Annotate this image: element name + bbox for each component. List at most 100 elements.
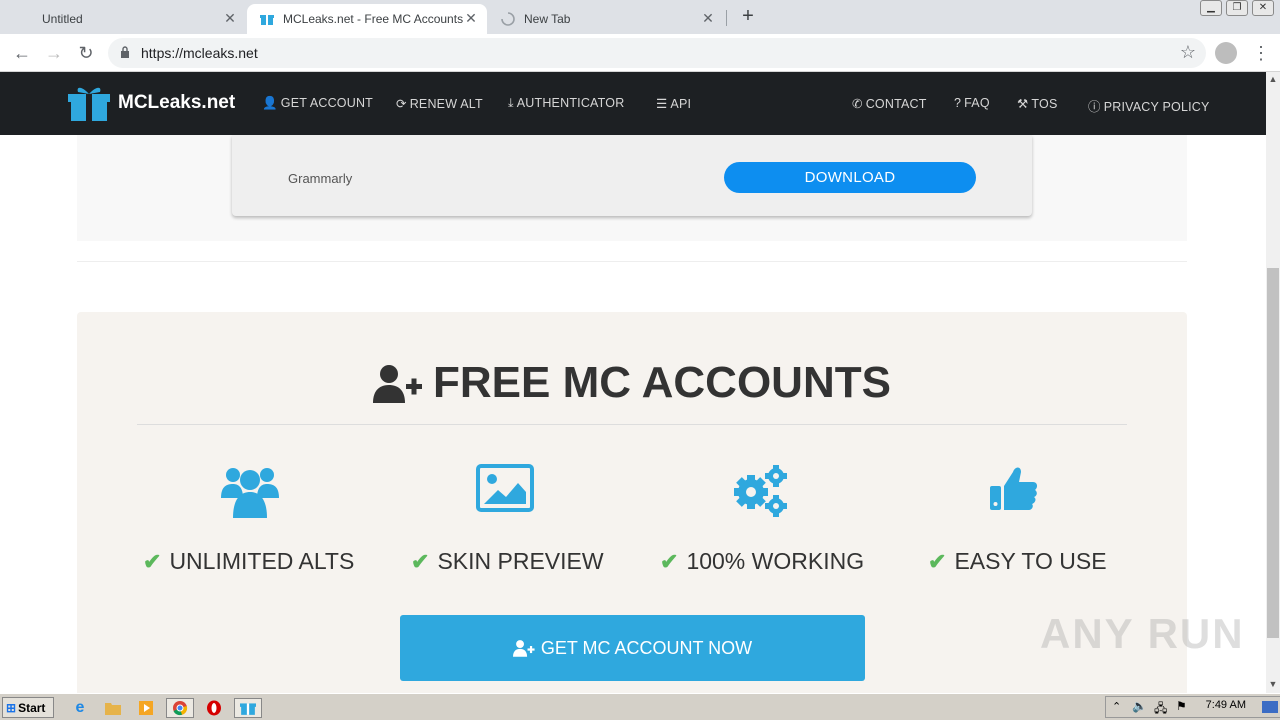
back-arrow-icon[interactable]: ← (10, 41, 34, 65)
gears-icon (731, 464, 789, 523)
nav-api[interactable]: ☰ API (656, 96, 691, 111)
feature-label: SKIN PREVIEW (437, 548, 604, 574)
close-icon[interactable]: ✕ (222, 10, 238, 26)
tab-untitled[interactable]: Untitled ✕ (0, 4, 246, 34)
feature-label: 100% WORKING (686, 548, 865, 574)
nav-label: FAQ (964, 96, 990, 110)
download-section: Grammarly DOWNLOAD (77, 135, 1187, 241)
media-player-icon[interactable] (136, 698, 156, 718)
section-title-text: FREE MC ACCOUNTS (433, 358, 891, 407)
internet-explorer-icon[interactable]: e (70, 698, 90, 718)
user-plus-icon: 👤 (262, 96, 278, 110)
tray-expand-icon[interactable]: ⌃ (1112, 700, 1121, 713)
close-icon[interactable]: ✕ (700, 10, 716, 26)
phone-icon: ✆ (852, 97, 863, 111)
nav-label: AUTHENTICATOR (516, 96, 625, 110)
tab-title: MCLeaks.net - Free MC Accounts (283, 12, 464, 26)
windows-taskbar: ⊞ Start e ⌃ 🔈 🖧 ⚑ 7:49 AM (0, 693, 1280, 720)
nav-tos[interactable]: ⚒ TOS (1017, 96, 1057, 111)
system-tray: ⌃ 🔈 🖧 ⚑ (1105, 696, 1280, 718)
site-logo[interactable]: MCLeaks.net (68, 84, 235, 122)
close-icon[interactable]: ✕ (463, 10, 479, 26)
reload-icon[interactable]: ↻ (74, 41, 98, 65)
section-title: FREE MC ACCOUNTS (77, 358, 1187, 408)
address-bar[interactable]: https://mcleaks.net ☆ (108, 38, 1206, 68)
question-icon: ? (954, 96, 962, 110)
loading-spinner-icon (500, 11, 516, 27)
download-name: Grammarly (288, 171, 353, 186)
nav-label: GET ACCOUNT (280, 96, 374, 110)
user-plus-icon (373, 365, 423, 403)
check-icon: ✔ (143, 548, 162, 574)
chrome-taskbar-icon[interactable] (166, 698, 194, 718)
nav-renew-alt[interactable]: ⟳ RENEW ALT (396, 96, 483, 111)
feature-100-working: ✔ 100% WORKING (660, 548, 864, 575)
start-button[interactable]: ⊞ Start (2, 697, 54, 718)
flag-icon[interactable]: ⚑ (1176, 699, 1187, 713)
close-window-button[interactable]: ✕ (1252, 0, 1274, 16)
user-plus-icon (512, 640, 535, 657)
logo-text: MCLeaks.net (118, 92, 236, 113)
download-icon: ⤓ (508, 96, 514, 110)
feature-easy-to-use: ✔ EASY TO USE (928, 548, 1107, 575)
network-icon[interactable]: 🖧 (1154, 699, 1167, 720)
start-label: Start (18, 700, 46, 715)
nav-contact[interactable]: ✆ CONTACT (852, 96, 927, 111)
windows-logo-icon: ⊞ (6, 700, 17, 715)
refresh-icon: ⟳ (396, 97, 407, 111)
scroll-thumb[interactable] (1267, 268, 1279, 638)
download-button[interactable]: DOWNLOAD (724, 162, 976, 193)
maximize-button[interactable]: ❐ (1226, 0, 1248, 16)
profile-avatar-icon[interactable] (1215, 42, 1237, 64)
feature-unlimited-alts: ✔ UNLIMITED ALTS (143, 548, 354, 575)
scroll-down-arrow-icon[interactable]: ▼ (1266, 677, 1280, 691)
menu-dots-icon[interactable]: ⋮ (1252, 42, 1270, 64)
free-accounts-section: FREE MC ACCOUNTS ✔ UNLIMITED ALTS ✔ SKIN… (77, 312, 1187, 693)
cta-label: GET MC ACCOUNT NOW (540, 637, 753, 658)
users-icon (221, 464, 279, 523)
folder-icon[interactable] (103, 698, 123, 718)
tab-separator (726, 10, 727, 26)
get-mc-account-button[interactable]: GET MC ACCOUNT NOW (400, 615, 865, 681)
minimize-button[interactable]: ▁ (1200, 0, 1222, 16)
nav-label: TOS (1031, 97, 1058, 111)
tab-mcleaks[interactable]: MCLeaks.net - Free MC Accounts ✕ (247, 4, 487, 34)
opera-icon[interactable] (204, 698, 224, 718)
nav-label: RENEW ALT (409, 97, 483, 111)
section-divider (77, 261, 1187, 262)
bookmark-star-icon[interactable]: ☆ (1180, 42, 1196, 63)
scroll-up-arrow-icon[interactable]: ▲ (1266, 72, 1280, 86)
tab-new-tab[interactable]: New Tab ✕ (488, 4, 724, 34)
new-tab-button[interactable]: + (737, 6, 759, 28)
download-card: Grammarly DOWNLOAD (232, 135, 1032, 216)
gift-icon (259, 11, 275, 27)
nav-authenticator[interactable]: ⤓ AUTHENTICATOR (508, 96, 624, 111)
feature-skin-preview: ✔ SKIN PREVIEW (411, 548, 604, 575)
gavel-icon: ⚒ (1017, 97, 1029, 111)
forward-arrow-icon[interactable]: → (42, 41, 66, 65)
nav-label: PRIVACY POLICY (1103, 100, 1210, 114)
window-controls: ▁ ❐ ✕ (1200, 0, 1274, 16)
vertical-scrollbar[interactable]: ▲ ▼ (1266, 72, 1280, 693)
tab-title: Untitled (42, 12, 83, 26)
tab-strip: Untitled ✕ MCLeaks.net - Free MC Account… (0, 0, 1280, 34)
check-icon: ✔ (660, 548, 679, 574)
volume-icon[interactable]: 🔈 (1132, 699, 1147, 713)
check-icon: ✔ (411, 548, 430, 574)
taskbar-clock: 7:49 AM (1205, 699, 1246, 711)
nav-get-account[interactable]: 👤 GET ACCOUNT (262, 96, 373, 111)
image-icon (476, 464, 534, 517)
info-icon: ⓘ (1088, 100, 1101, 114)
check-icon: ✔ (928, 548, 947, 574)
nav-label: CONTACT (865, 97, 927, 111)
nav-faq[interactable]: ? FAQ (954, 96, 990, 110)
feature-label: UNLIMITED ALTS (169, 548, 355, 574)
feature-label: EASY TO USE (954, 548, 1107, 574)
nav-privacy-policy[interactable]: ⓘ PRIVACY POLICY (1088, 96, 1210, 115)
nav-label: API (670, 97, 692, 111)
gift-taskbar-icon[interactable] (234, 698, 262, 718)
show-desktop-icon[interactable] (1262, 701, 1278, 713)
browser-toolbar: ← → ↻ https://mcleaks.net ☆ ⋮ (0, 34, 1280, 72)
gift-icon (68, 87, 110, 121)
list-icon: ☰ (656, 97, 668, 111)
